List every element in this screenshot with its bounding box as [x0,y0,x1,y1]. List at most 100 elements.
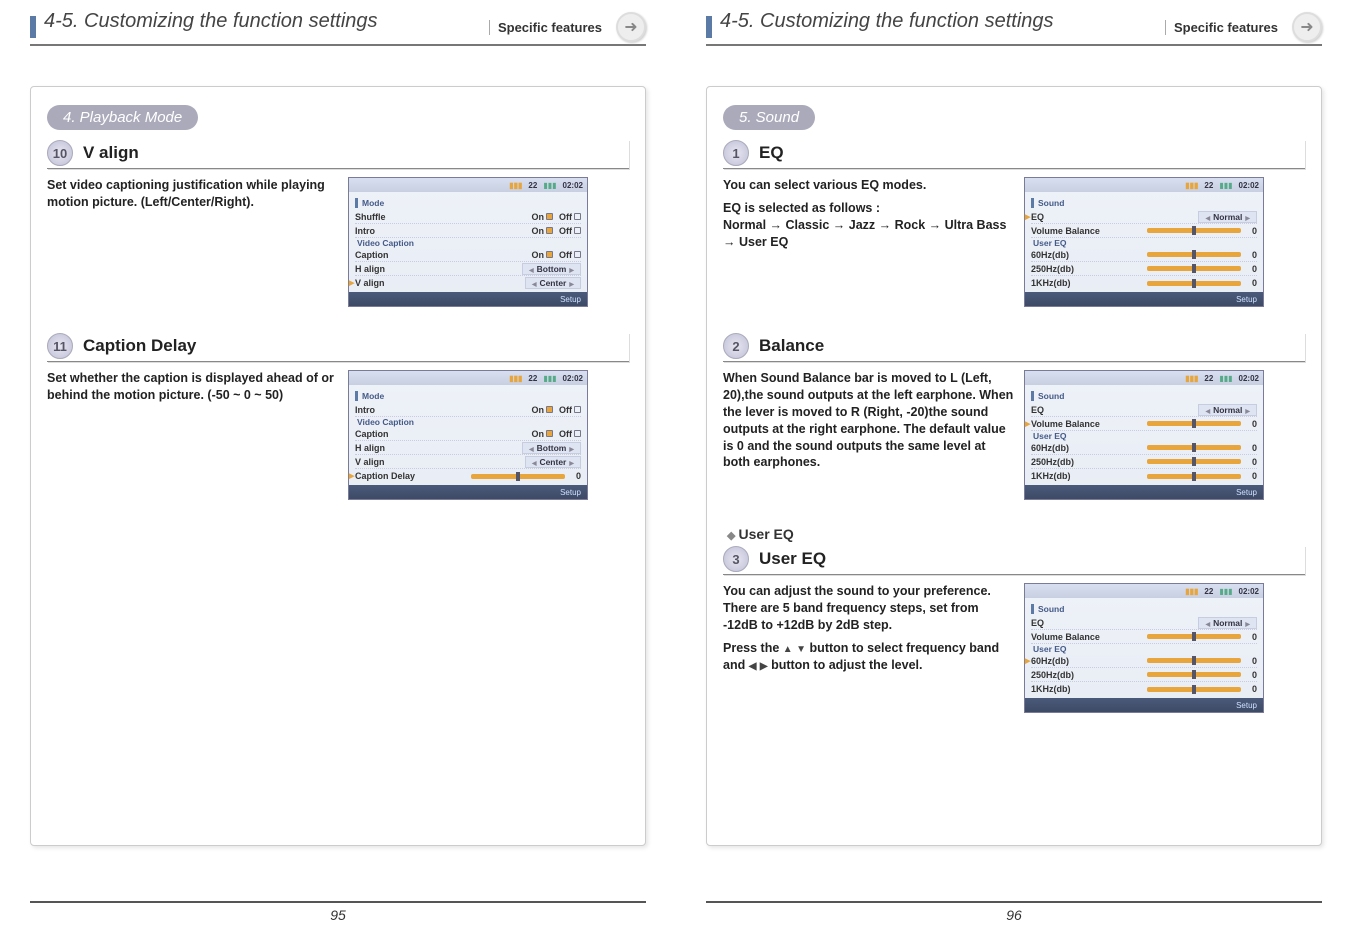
value-selector: Center [525,277,581,289]
radio-off-icon [574,430,581,437]
menu-category-video-caption: Video Caption [355,417,581,427]
time-value: 02:02 [1239,374,1259,383]
screen-footer: Setup [349,292,587,306]
step-badge-10: 10 [47,140,73,166]
signal-value: 22 [528,374,537,383]
menu-row-250hz: 250Hz(db) 0 [1031,262,1257,276]
slider-knob-icon [1192,419,1196,428]
subsection-head: 1 EQ [723,140,1305,169]
header: 4-5. Customizing the function settings S… [706,10,1322,46]
radio-on-icon [546,251,553,258]
step-badge-11: 11 [47,333,73,359]
header-accent-bar [706,16,712,38]
menu-row-halign: H align Bottom [355,441,581,455]
time-value: 02:02 [563,181,583,190]
subsection-balance: 2 Balance When Sound Balance bar is move… [723,333,1305,500]
menu-row-250hz: 250Hz(db) 0 [1031,668,1257,682]
menu-row-volume-balance: Volume Balance 0 [1031,630,1257,644]
menu-row-60hz-highlighted: 60Hz(db) 0 [1031,654,1257,668]
section-tab-sound: 5. Sound [723,105,815,130]
menu-row-caption: Caption OnOff [355,248,581,262]
slider-track [1147,459,1241,464]
menu-row-intro: Intro OnOff [355,224,581,238]
down-triangle-icon: ▼ [796,644,806,655]
subsection-text: You can select various EQ modes. EQ is s… [723,177,1014,307]
value-selector: Normal [1198,404,1257,416]
signal-value: 22 [528,181,537,190]
signal-icon: ▮▮▮ [1185,181,1198,190]
slider-track [1147,228,1241,233]
step-badge-3: 3 [723,546,749,572]
subsection-title: User EQ [759,549,826,569]
slider-knob-icon [1192,472,1196,481]
subsection-text: Set whether the caption is displayed ahe… [47,370,338,500]
device-screenshot-valign: ▮▮▮ 22 ▮▮▮ 02:02 Mode Shuffle OnOff Intr… [348,177,588,307]
menu-row-eq: EQ Normal [1031,616,1257,630]
subsection-title: V align [83,143,139,163]
slider-track [1147,687,1241,692]
battery-icon: ▮▮▮ [1219,587,1232,596]
signal-value: 22 [1204,181,1213,190]
step-badge-2: 2 [723,333,749,359]
subsection-text: Set video captioning justification while… [47,177,338,307]
slider-knob-icon [1192,656,1196,665]
radio-on-icon [546,227,553,234]
slider-track [1147,266,1241,271]
header-title: 4-5. Customizing the function settings [44,10,489,33]
footer-rule [706,901,1322,903]
radio-off-icon [574,213,581,220]
time-value: 02:02 [1239,587,1259,596]
value-selector: Center [525,456,581,468]
battery-icon: ▮▮▮ [1219,374,1232,383]
slider-knob-icon [1192,250,1196,259]
time-value: 02:02 [563,374,583,383]
subsection-title: Caption Delay [83,336,196,356]
signal-icon: ▮▮▮ [1185,587,1198,596]
signal-value: 22 [1204,587,1213,596]
slider-knob-icon [1192,685,1196,694]
menu-category-sound: Sound [1031,198,1257,208]
header-accent-bar [30,16,36,38]
menu-row-halign: H align Bottom [355,262,581,276]
menu-category-mode: Mode [355,391,581,401]
menu-row-60hz: 60Hz(db) 0 [1031,248,1257,262]
menu-category-user-eq: User EQ [1031,644,1257,654]
subsection-head: 2 Balance [723,333,1305,362]
header-subtitle: Specific features [1165,20,1286,35]
slider-knob-icon [1192,226,1196,235]
subsection-eq: 1 EQ You can select various EQ modes. EQ… [723,140,1305,307]
subsection-head: 3 User EQ [723,546,1305,575]
subsection-text: When Sound Balance bar is moved to L (Le… [723,370,1014,500]
slider-track [1147,672,1241,677]
page-right: 4-5. Customizing the function settings S… [676,0,1352,931]
radio-on-icon [546,430,553,437]
user-eq-heading: User EQ [727,526,1305,542]
section-tab-playback-mode: 4. Playback Mode [47,105,198,130]
device-screenshot-eq: ▮▮▮ 22 ▮▮▮ 02:02 Sound EQ Normal Volume … [1024,177,1264,307]
subsection-title: Balance [759,336,824,356]
menu-category-mode: Mode [355,198,581,208]
menu-category-user-eq: User EQ [1031,431,1257,441]
radio-on-icon [546,406,553,413]
subsection-title: EQ [759,143,784,163]
menu-row-60hz: 60Hz(db) 0 [1031,441,1257,455]
subsection-user-eq: 3 User EQ You can adjust the sound to yo… [723,546,1305,713]
battery-icon: ▮▮▮ [1219,181,1232,190]
step-badge-1: 1 [723,140,749,166]
radio-off-icon [574,251,581,258]
menu-category-sound: Sound [1031,391,1257,401]
value-selector: Normal [1198,211,1257,223]
subsection-head: 11 Caption Delay [47,333,629,362]
header-subtitle: Specific features [489,20,610,35]
device-screenshot-user-eq: ▮▮▮ 22 ▮▮▮ 02:02 Sound EQ Normal Volume … [1024,583,1264,713]
value-selector: Bottom [522,263,581,275]
subsection-valign: 10 V align Set video captioning justific… [47,140,629,307]
slider-knob-icon [1192,443,1196,452]
left-triangle-icon: ◀ [749,661,757,672]
subsection-caption-delay: 11 Caption Delay Set whether the caption… [47,333,629,500]
slider-track [1147,634,1241,639]
menu-row-valign: V align Center [355,455,581,469]
menu-category-sound: Sound [1031,604,1257,614]
slider-knob-icon [1192,670,1196,679]
slider-knob-icon [1192,279,1196,288]
